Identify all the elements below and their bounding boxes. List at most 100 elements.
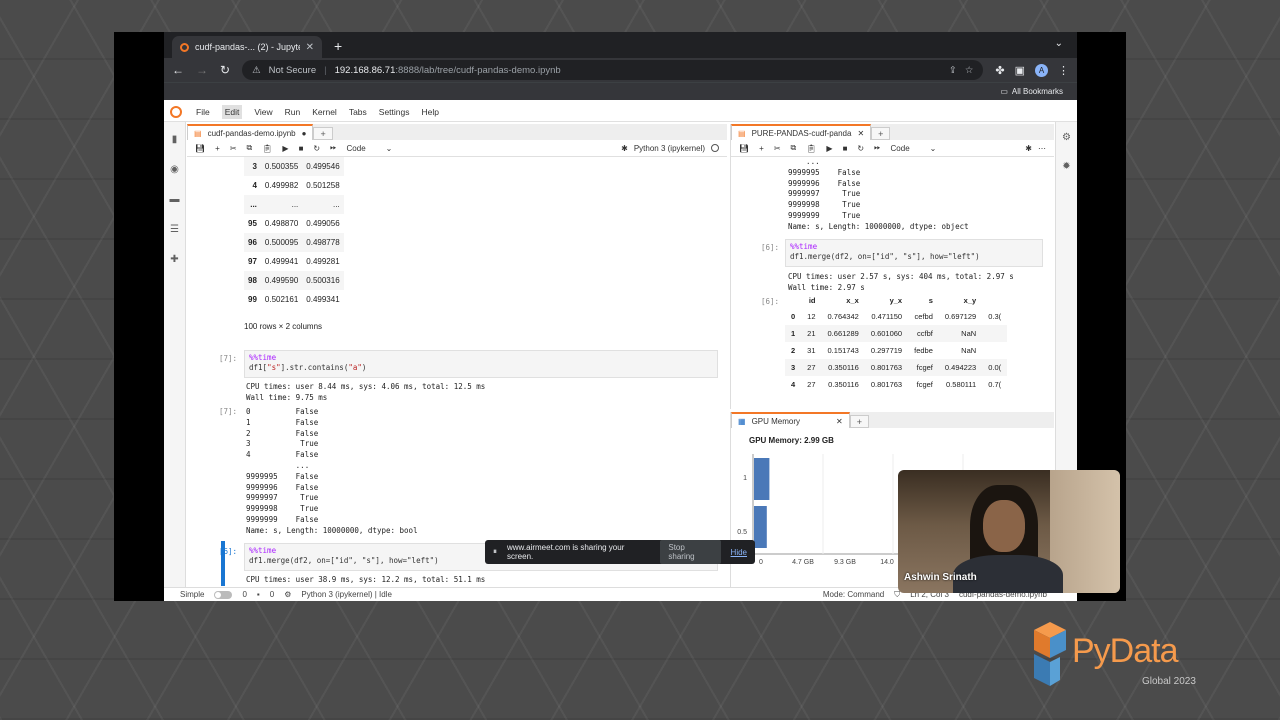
browser-tab[interactable]: cudf-pandas-... (2) - Jupyter... ✕ xyxy=(172,36,322,58)
table-cell: 0.499056 xyxy=(306,219,340,228)
pure-pandas-tab[interactable]: ▤ PURE-PANDAS-cudf-panda ✕ xyxy=(731,124,872,140)
run-icon[interactable]: ▶ xyxy=(282,144,288,153)
menu-kernel[interactable]: Kernel xyxy=(312,107,337,117)
back-arrow-icon[interactable]: ← xyxy=(172,63,184,77)
table-cell: fcgef xyxy=(908,359,939,376)
simple-mode-toggle[interactable] xyxy=(214,590,233,599)
right-cell6-code-editor[interactable]: %%time df1.merge(df2, on=["id", "s"], ho… xyxy=(785,239,1043,267)
fast-forward-icon[interactable]: ⏩︎ xyxy=(330,143,336,153)
menu-view[interactable]: View xyxy=(254,107,272,117)
menu-run[interactable]: Run xyxy=(285,107,301,117)
insert-cell-icon[interactable]: + xyxy=(759,144,764,153)
table-cell: cefbd xyxy=(914,312,933,321)
extensions-icon[interactable]: ✤ xyxy=(995,64,1004,77)
kernel-indicator[interactable]: ✱ Python 3 (ipykernel) xyxy=(621,144,719,153)
debugger-icon[interactable]: ✹ xyxy=(1062,161,1070,172)
add-tab-button[interactable]: + xyxy=(313,127,333,140)
table-row: 95 0.498870 0.499056 xyxy=(244,214,344,233)
table-cell: 0.499281 xyxy=(306,257,340,266)
new-tab-button[interactable]: + xyxy=(334,38,342,54)
cell7-magic: %%time xyxy=(249,353,277,362)
menu-help[interactable]: Help xyxy=(422,107,439,117)
cut-icon[interactable]: ✂ xyxy=(774,144,781,153)
profile-avatar[interactable]: A xyxy=(1035,63,1048,77)
bug-icon[interactable]: ✱ xyxy=(1025,144,1032,153)
right-notebook-tabs: ▤ PURE-PANDAS-cudf-panda ✕ + xyxy=(731,124,1054,140)
stop-icon[interactable]: ■ xyxy=(299,144,304,153)
toc-icon[interactable]: ☰ xyxy=(170,224,179,235)
table-cell: 0.661289 xyxy=(821,325,865,342)
kernel-status[interactable]: Python 3 (ipykernel) | Idle xyxy=(301,590,392,599)
run-icon[interactable]: ▶ xyxy=(826,144,832,153)
browser-toolbar: ← → ↻ ⚠ Not Secure | 192.168.86.71:8888/… xyxy=(164,58,1077,82)
git-icon[interactable]: ▬ xyxy=(170,194,180,205)
restart-icon[interactable]: ↻ xyxy=(857,144,864,153)
gpu-memory-tab[interactable]: ▦ GPU Memory ✕ xyxy=(731,412,850,428)
forward-arrow-icon[interactable]: → xyxy=(196,63,208,77)
column-header: id xyxy=(808,296,816,305)
table-cell: 0.0( xyxy=(982,359,1008,376)
settings-gear-icon[interactable]: ⚙ xyxy=(284,590,291,599)
table-cell: ... xyxy=(332,200,340,209)
bug-icon[interactable]: ✱ xyxy=(621,144,628,153)
reload-icon[interactable]: ↻ xyxy=(220,63,230,77)
cell6-timing-output: CPU times: user 38.9 ms, sys: 12.2 ms, t… xyxy=(246,575,486,584)
table-cell: 21 xyxy=(801,325,822,342)
menu-settings[interactable]: Settings xyxy=(379,107,410,117)
table-cell: 0 xyxy=(791,312,796,321)
dataframe-output: 3 0.500355 0.499546 4 0.499982 0.501258......… xyxy=(244,157,344,309)
running-kernels-icon[interactable]: ◉ xyxy=(170,164,179,175)
cell7-code-editor[interactable]: %%time df1["s"].str.contains("a") xyxy=(244,350,718,378)
stop-sharing-button[interactable]: Stop sharing xyxy=(660,540,721,564)
table-row: 99 0.502161 0.499341 xyxy=(244,290,344,309)
terminal-count: 0 xyxy=(242,590,247,599)
unsaved-dot-icon[interactable]: ● xyxy=(302,129,307,138)
right-cell6-magic: %%time xyxy=(790,242,818,251)
extensions-puzzle-icon[interactable]: ✚ xyxy=(170,254,178,265)
menu-tabs[interactable]: Tabs xyxy=(349,107,367,117)
paste-icon[interactable]: 📋︎ xyxy=(806,144,816,153)
copy-icon[interactable]: ⧉ xyxy=(247,143,253,153)
add-tab-button[interactable]: + xyxy=(871,127,891,140)
cut-icon[interactable]: ✂ xyxy=(230,144,237,153)
add-tab-button[interactable]: + xyxy=(849,415,869,428)
menu-kebab-icon[interactable]: ⋮ xyxy=(1058,64,1069,77)
file-browser-icon[interactable]: ▮ xyxy=(172,134,178,145)
close-tab-icon[interactable]: ✕ xyxy=(306,42,314,53)
paste-icon[interactable]: 📋︎ xyxy=(262,144,272,153)
all-bookmarks-link[interactable]: All Bookmarks xyxy=(1012,87,1063,96)
more-icon[interactable]: ⋯ xyxy=(1038,144,1046,153)
kernel-indicator[interactable]: ✱ ⋯ xyxy=(1025,144,1046,153)
close-tab-icon[interactable]: ✕ xyxy=(857,129,864,138)
browser-tab-title: cudf-pandas-... (2) - Jupyter... xyxy=(195,42,300,52)
menu-edit[interactable]: Edit xyxy=(221,104,243,119)
cell-type-select[interactable]: Code ⌄ xyxy=(347,144,393,153)
restart-icon[interactable]: ↻ xyxy=(313,144,320,153)
table-cell: 0.3( xyxy=(988,312,1002,321)
notebook-tab-title: cudf-pandas-demo.ipynb xyxy=(207,128,296,138)
cell7-timing-output: CPU times: user 8.44 ms, sys: 4.06 ms, t… xyxy=(246,382,486,402)
copy-icon[interactable]: ⧉ xyxy=(791,143,797,153)
chart-y-tick: 0.5 xyxy=(737,529,747,536)
table-row: 1 21 0.661289 0.601060 ccfbf NaN xyxy=(785,325,1008,342)
save-icon[interactable]: 💾︎ xyxy=(739,144,749,153)
bookmark-star-icon[interactable]: ☆ xyxy=(965,65,974,76)
close-tab-icon[interactable]: ✕ xyxy=(836,417,843,426)
save-icon[interactable]: 💾︎ xyxy=(195,144,205,153)
notebook-tab[interactable]: ▤ cudf-pandas-demo.ipynb ● xyxy=(187,124,314,140)
insert-cell-icon[interactable]: + xyxy=(215,144,220,153)
notebook-file-icon: ▤ xyxy=(194,128,202,138)
address-bar[interactable]: ⚠ Not Secure | 192.168.86.71:8888/lab/tr… xyxy=(242,60,984,80)
property-inspector-icon[interactable]: ⚙ xyxy=(1062,132,1071,143)
cell-type-select[interactable]: Code ⌄ xyxy=(891,144,937,153)
warning-icon: ⚠ xyxy=(252,64,261,76)
sidepanel-icon[interactable]: ▣ xyxy=(1015,64,1025,77)
tab-search-chevron-icon[interactable]: ⌄ xyxy=(1055,38,1063,49)
share-icon[interactable]: ⇪ xyxy=(949,65,957,76)
fast-forward-icon[interactable]: ⏩︎ xyxy=(874,143,880,153)
menu-file[interactable]: File xyxy=(196,107,210,117)
stop-icon[interactable]: ■ xyxy=(843,144,848,153)
hide-banner-link[interactable]: Hide xyxy=(731,548,747,557)
kernel-name: Python 3 (ipykernel) xyxy=(633,143,705,153)
right-notebook-cells: ... 9999995 False 9999996 False 9999997 … xyxy=(731,157,1055,409)
